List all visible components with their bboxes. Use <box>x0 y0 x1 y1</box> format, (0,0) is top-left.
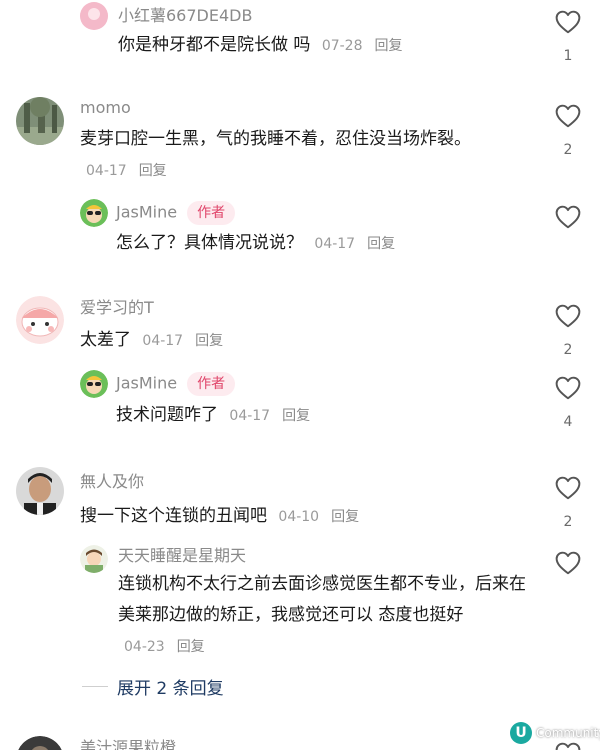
username[interactable]: JasMine 作者 <box>116 372 236 396</box>
author-badge: 作者 <box>187 372 236 396</box>
heart-icon <box>555 104 581 128</box>
comment-meta: 04-17 回复 <box>80 163 167 179</box>
reply-button[interactable]: 回复 <box>282 408 310 424</box>
username[interactable]: momo <box>80 98 131 118</box>
reply-button[interactable]: 回复 <box>375 38 403 54</box>
heart-icon <box>555 10 581 34</box>
like-count: 2 <box>563 342 573 358</box>
heart-icon <box>555 304 581 328</box>
comment-body: 太差了 04-17 回复 <box>80 325 528 357</box>
like-button[interactable] <box>548 551 588 575</box>
expand-replies-label: 展开 2 条回复 <box>117 678 224 699</box>
username[interactable]: 小红薯667DE4DB <box>118 6 252 26</box>
comment-text: 技术问题咋了 <box>116 405 218 425</box>
username[interactable]: 爱学习的T <box>80 298 154 318</box>
comment-date: 04-10 <box>278 509 320 525</box>
heart-icon <box>555 205 581 229</box>
community-logo-icon: U <box>510 722 532 744</box>
username[interactable]: 美汁源果粒橙 <box>80 738 176 750</box>
comment-meta: 07-28 回复 <box>316 38 403 54</box>
comment-text: 太差了 <box>80 330 131 350</box>
comment-date: 04-17 <box>314 236 356 252</box>
avatar[interactable] <box>80 2 108 30</box>
comment-date: 04-17 <box>142 333 184 349</box>
comment-meta: 04-17 回复 <box>308 236 395 252</box>
username[interactable]: JasMine 作者 <box>116 201 236 225</box>
avatar[interactable] <box>80 370 108 398</box>
avatar[interactable] <box>16 736 64 750</box>
reply-button[interactable]: 回复 <box>195 333 223 349</box>
comment-meta: 04-23 回复 <box>118 639 205 655</box>
community-watermark: U Community <box>510 722 600 744</box>
comment-date: 04-17 <box>86 163 127 179</box>
avatar[interactable] <box>16 97 64 145</box>
username-text: JasMine <box>116 202 178 222</box>
like-count: 1 <box>563 48 573 64</box>
like-button[interactable]: 4 <box>548 376 588 430</box>
comment-body: 怎么了？具体情况说说？ 04-17 回复 <box>116 228 528 260</box>
avatar[interactable] <box>16 296 64 344</box>
watermark-text: Community <box>536 726 600 740</box>
like-button[interactable]: 2 <box>548 476 588 530</box>
comment-feed: 小红薯667DE4DB 你是种牙都不是院长做 吗 07-28 回复 1 momo … <box>0 0 600 750</box>
comment-meta: 04-17 回复 <box>223 408 310 424</box>
avatar[interactable] <box>16 467 64 515</box>
author-badge: 作者 <box>187 201 236 225</box>
like-count: 4 <box>563 414 573 430</box>
like-count: 2 <box>563 514 573 530</box>
comment-text: 你是种牙都不是院长做 吗 <box>118 35 311 55</box>
comment-text: 麦芽口腔一生黑，气的我睡不着，忍住没当场炸裂。 <box>80 129 471 149</box>
avatar[interactable] <box>80 545 108 573</box>
comment-meta: 04-17 回复 <box>136 333 223 349</box>
comment-body: 你是种牙都不是院长做 吗 07-28 回复 <box>118 30 528 62</box>
comment-meta: 04-10 回复 <box>272 509 359 525</box>
comment-body: 麦芽口腔一生黑，气的我睡不着，忍住没当场炸裂。 04-17 回复 <box>80 124 528 187</box>
comment-date: 04-17 <box>229 408 271 424</box>
username[interactable]: 無人及你 <box>80 472 144 492</box>
comment-text: 怎么了？具体情况说说？ <box>116 233 303 253</box>
expand-replies-button[interactable]: 展开 2 条回复 <box>82 674 224 699</box>
heart-icon <box>555 551 581 575</box>
comment-date: 07-28 <box>321 38 363 54</box>
like-button[interactable] <box>548 205 588 229</box>
reply-button[interactable]: 回复 <box>367 236 395 252</box>
reply-button[interactable]: 回复 <box>177 639 205 655</box>
username-text: JasMine <box>116 373 178 393</box>
comment-body: 搜一下这个连锁的丑闻吧 04-10 回复 <box>80 501 528 533</box>
like-button[interactable]: 2 <box>548 104 588 158</box>
like-button[interactable]: 1 <box>548 10 588 64</box>
comment-body: 技术问题咋了 04-17 回复 <box>116 400 528 432</box>
comment-date: 04-23 <box>124 639 165 655</box>
username[interactable]: 天天睡醒是星期天 <box>118 546 246 566</box>
like-count: 2 <box>563 142 573 158</box>
comment-text: 连锁机构不太行之前去面诊感觉医生都不专业，后来在美莱那边做的矫正，我感觉还可以 … <box>118 574 526 625</box>
heart-icon <box>555 376 581 400</box>
like-button[interactable]: 2 <box>548 304 588 358</box>
avatar[interactable] <box>80 199 108 227</box>
heart-icon <box>555 476 581 500</box>
reply-button[interactable]: 回复 <box>139 163 167 179</box>
expand-divider <box>82 685 108 687</box>
comment-text: 搜一下这个连锁的丑闻吧 <box>80 506 267 526</box>
comment-body: 连锁机构不太行之前去面诊感觉医生都不专业，后来在美莱那边做的矫正，我感觉还可以 … <box>118 569 528 663</box>
reply-button[interactable]: 回复 <box>331 509 359 525</box>
